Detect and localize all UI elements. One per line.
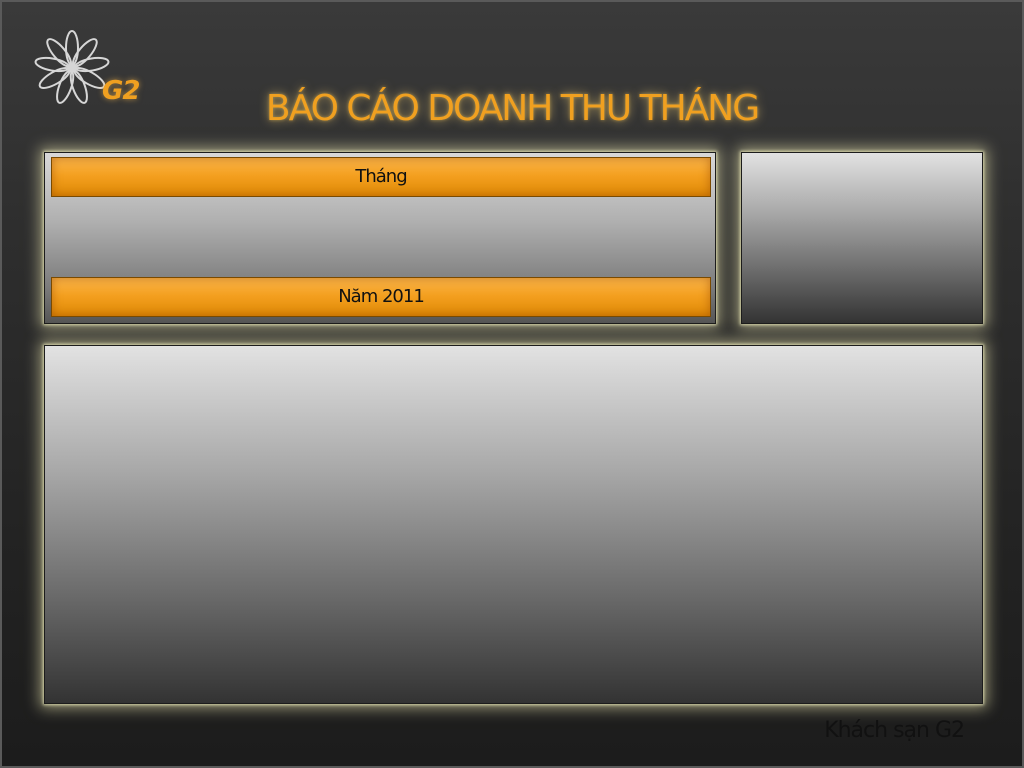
hotel-name: Khách sạn G2 xyxy=(824,718,965,743)
month-selector[interactable]: Tháng xyxy=(51,157,711,197)
year-selector[interactable]: Năm 2011 xyxy=(51,277,711,317)
filter-panel: Tháng Năm 2011 xyxy=(44,152,716,324)
report-window: G2 BÁO CÁO DOANH THU THÁNG Tháng Năm 201… xyxy=(0,0,1024,768)
report-content-panel xyxy=(44,345,983,704)
page-title: BÁO CÁO DOANH THU THÁNG xyxy=(265,88,760,129)
side-panel xyxy=(741,152,983,324)
